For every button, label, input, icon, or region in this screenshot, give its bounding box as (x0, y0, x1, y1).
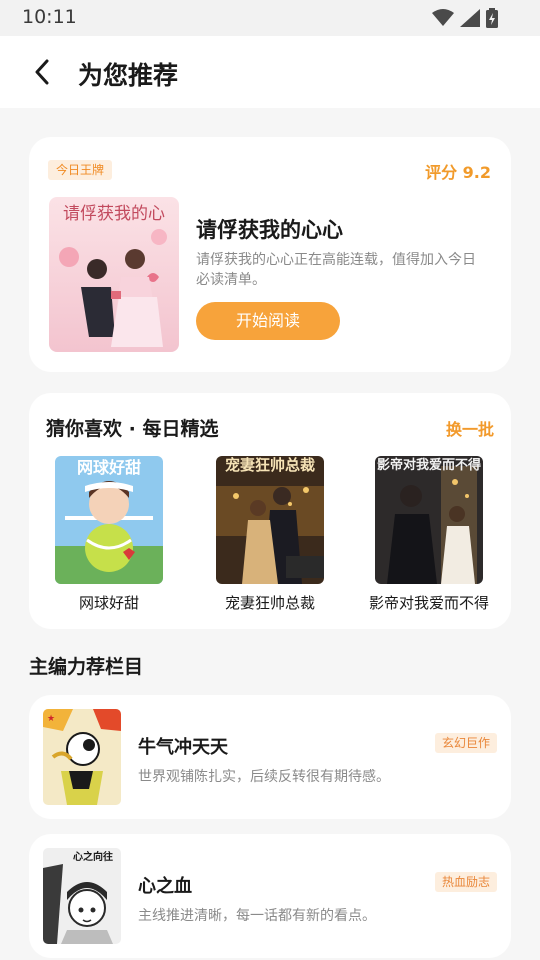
start-reading-button[interactable]: 开始阅读 (196, 302, 340, 340)
recommendation-title[interactable]: 牛气冲天天 (138, 733, 228, 759)
recommendation-cover[interactable]: 心之向往 (43, 848, 121, 944)
back-button[interactable] (24, 54, 60, 90)
recommendation-title[interactable]: 心之血 (138, 872, 192, 898)
status-time: 10:11 (22, 6, 77, 28)
recommendation-item[interactable]: ★ 牛气冲天天 世界观铺陈扎实，后续反转很有期待感。 玄幻巨作 (29, 695, 511, 819)
recommendation-cover[interactable]: ★ (43, 709, 121, 805)
refresh-batch-button[interactable]: 换一批 (446, 416, 494, 440)
status-icons (432, 8, 498, 28)
recommendation-description: 世界观铺陈扎实，后续反转很有期待感。 (138, 769, 390, 785)
page-title: 为您推荐 (78, 61, 179, 90)
book-cover-title: 宠妻狂帅总裁 (224, 456, 315, 474)
featured-book-description: 请俘获我的心心正在高能连载，值得加入今日必读清单。 (196, 252, 476, 288)
wifi-icon (432, 9, 454, 26)
book-item[interactable]: 网球好甜 网球好甜 (34, 456, 184, 613)
recommendation-cover-title: 心之向往 (73, 852, 113, 863)
book-cover-title: 影帝对我爱而不得 (376, 458, 481, 473)
battery-icon (486, 8, 498, 28)
editor-section-title: 主编力荐栏目 (29, 656, 144, 678)
genre-tag: 热血励志 (434, 872, 497, 892)
featured-book-cover[interactable]: 请俘获我的心 (49, 197, 179, 352)
genre-tag: 玄幻巨作 (434, 733, 497, 753)
book-item[interactable]: 宠妻狂帅总裁 宠妻狂帅总裁 (195, 456, 345, 613)
featured-book-title[interactable]: 请俘获我的心心 (196, 214, 343, 244)
book-cover[interactable]: 宠妻狂帅总裁 (216, 456, 324, 584)
back-arrow-icon (35, 59, 49, 85)
recommendation-description: 主线推进清晰，每一话都有新的看点。 (138, 908, 376, 924)
recommendation-item[interactable]: 心之向往 心之血 主线推进清晰，每一话都有新的看点。 热血励志 (29, 834, 511, 958)
book-cover-title: 网球好甜 (76, 458, 141, 477)
book-name[interactable]: 宠妻狂帅总裁 (195, 592, 345, 613)
svg-text:★: ★ (47, 714, 55, 724)
rating-label: 评分 9.2 (425, 163, 491, 182)
cellular-signal-icon (460, 9, 480, 27)
book-cover[interactable]: 影帝对我爱而不得 (375, 456, 483, 584)
app-bar: 为您推荐 (0, 36, 540, 108)
featured-book-card[interactable]: 今日王牌 评分 9.2 请俘获我的心 请俘获我的心心 请俘获我的心心正在高能连载… (29, 137, 511, 372)
book-name[interactable]: 网球好甜 (34, 592, 184, 613)
guess-section-title: 猜你喜欢 · 每日精选 (46, 418, 219, 440)
guess-you-like-card: 猜你喜欢 · 每日精选 换一批 网球好甜 网球好甜 宠妻狂帅总裁 宠妻狂帅总裁 … (29, 393, 511, 629)
featured-badge: 今日王牌 (48, 160, 113, 180)
featured-cover-title: 请俘获我的心 (63, 204, 165, 224)
book-cover[interactable]: 网球好甜 (55, 456, 163, 584)
book-name[interactable]: 影帝对我爱而不得 (354, 592, 504, 613)
book-item[interactable]: 影帝对我爱而不得 影帝对我爱而不得 (354, 456, 504, 613)
status-bar: 10:11 (0, 0, 540, 36)
